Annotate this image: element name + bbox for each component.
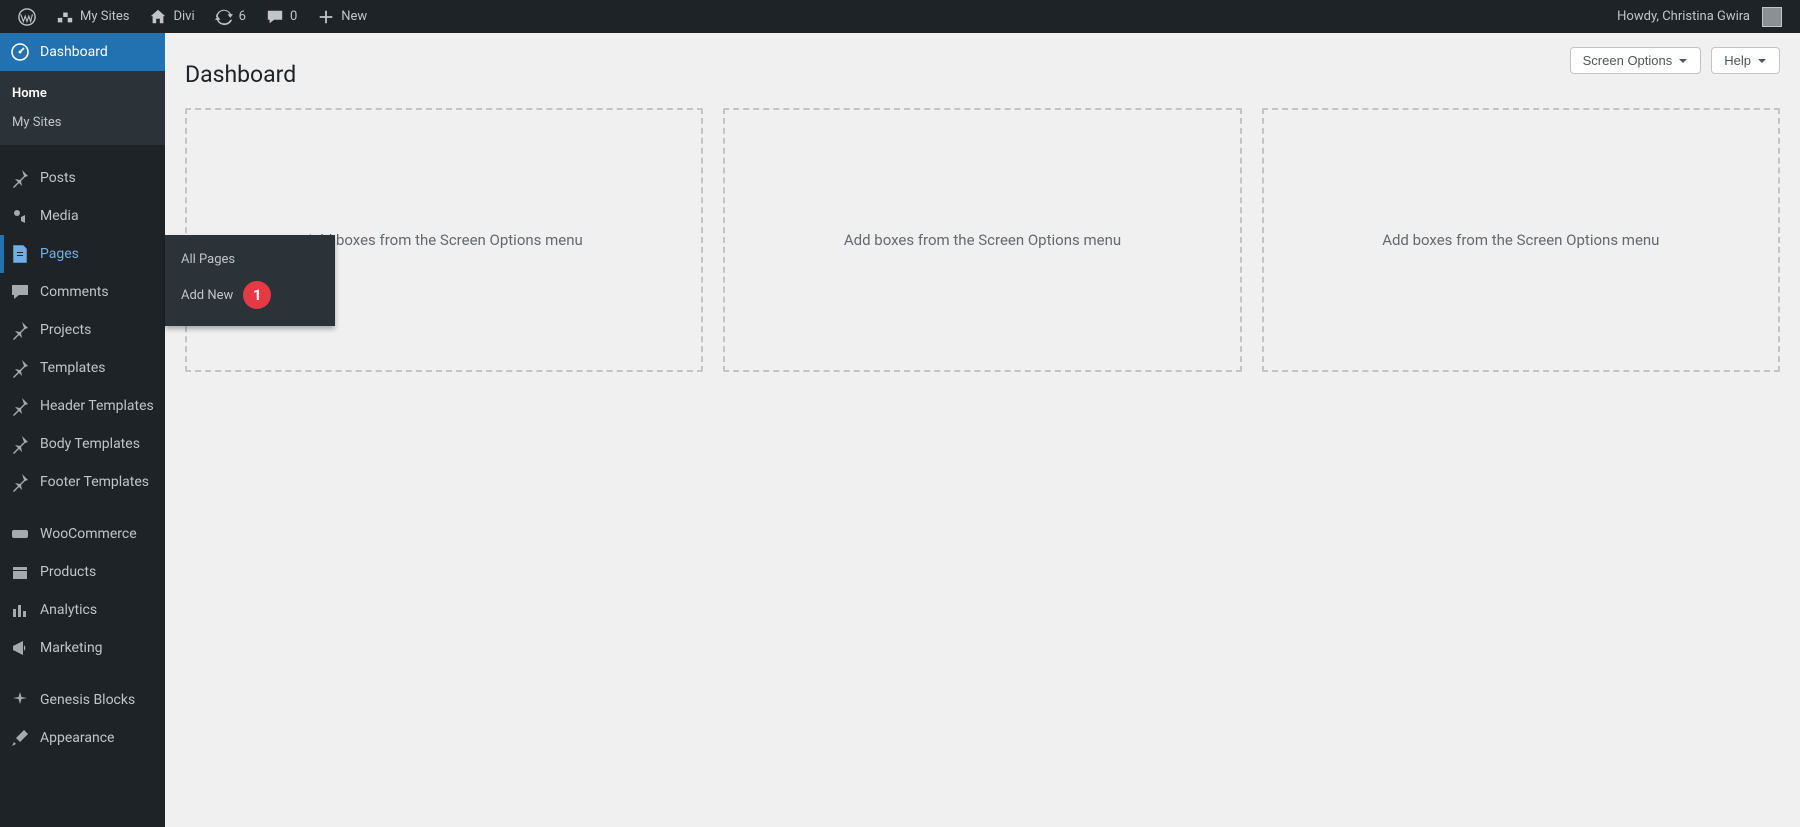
updates-count: 6 [239, 9, 246, 24]
sidebar-item-products[interactable]: Products [0, 553, 165, 591]
page-title: Dashboard [185, 61, 1780, 88]
pin-icon [10, 320, 30, 340]
page-icon [10, 244, 30, 264]
sidebar-label: Genesis Blocks [40, 691, 135, 709]
sidebar-item-pages[interactable]: Pages All Pages Add New 1 [0, 235, 165, 273]
sidebar-item-woocommerce[interactable]: WooCommerce [0, 515, 165, 553]
sidebar-label: Posts [40, 169, 76, 187]
media-icon [10, 206, 30, 226]
sidebar-item-media[interactable]: Media [0, 197, 165, 235]
sidebar-item-footer-templates[interactable]: Footer Templates [0, 463, 165, 501]
pin-icon [10, 358, 30, 378]
sidebar-label: Header Templates [40, 397, 154, 415]
plus-icon [317, 8, 335, 26]
sidebar-label: Pages [40, 245, 79, 263]
submenu-home[interactable]: Home [0, 79, 165, 108]
my-sites-label: My Sites [80, 9, 129, 24]
megaphone-icon [10, 638, 30, 658]
pin-icon [10, 168, 30, 188]
woo-icon [10, 524, 30, 544]
sidebar-item-analytics[interactable]: Analytics [0, 591, 165, 629]
comment-icon [266, 8, 284, 26]
site-name-label: Divi [173, 9, 194, 24]
wordpress-icon [18, 8, 36, 26]
sidebar-item-genesis-blocks[interactable]: Genesis Blocks [0, 681, 165, 719]
sidebar-label: WooCommerce [40, 525, 137, 543]
admin-bar: My Sites Divi 6 0 New Howdy, Christina G… [0, 0, 1800, 33]
pin-icon [10, 396, 30, 416]
help-button[interactable]: Help [1711, 47, 1780, 74]
annotation-marker: 1 [243, 281, 271, 309]
flyout-all-pages[interactable]: All Pages [165, 245, 335, 274]
avatar [1762, 7, 1782, 27]
new-label: New [341, 9, 367, 24]
home-icon [149, 8, 167, 26]
sidebar-label: Analytics [40, 601, 97, 619]
howdy-text: Howdy, Christina Gwira [1617, 9, 1750, 24]
admin-sidebar: Dashboard Home My Sites Posts Media Page… [0, 33, 165, 827]
submenu-my-sites[interactable]: My Sites [0, 108, 165, 137]
new-content-menu[interactable]: New [307, 0, 377, 33]
pin-icon [10, 472, 30, 492]
dashboard-widgets: Add boxes from the Screen Options menu A… [185, 108, 1780, 372]
sidebar-item-templates[interactable]: Templates [0, 349, 165, 387]
chart-icon [10, 600, 30, 620]
current-arrow-icon [165, 44, 173, 60]
sparkle-icon [10, 690, 30, 710]
sidebar-item-projects[interactable]: Projects [0, 311, 165, 349]
sidebar-item-marketing[interactable]: Marketing [0, 629, 165, 667]
updates-menu[interactable]: 6 [205, 0, 256, 33]
sidebar-label: Body Templates [40, 435, 140, 453]
sidebar-item-comments[interactable]: Comments [0, 273, 165, 311]
sidebar-item-header-templates[interactable]: Header Templates [0, 387, 165, 425]
pin-icon [10, 434, 30, 454]
sidebar-label: Media [40, 207, 79, 225]
dashboard-submenu: Home My Sites [0, 71, 165, 145]
sidebar-item-dashboard[interactable]: Dashboard [0, 33, 165, 71]
my-sites-menu[interactable]: My Sites [46, 0, 139, 33]
my-account-menu[interactable]: Howdy, Christina Gwira [1607, 0, 1792, 33]
sidebar-label: Marketing [40, 639, 103, 657]
sidebar-label: Appearance [40, 729, 114, 747]
brush-icon [10, 728, 30, 748]
empty-widget-placeholder: Add boxes from the Screen Options menu [723, 108, 1241, 372]
network-icon [56, 8, 74, 26]
sidebar-item-body-templates[interactable]: Body Templates [0, 425, 165, 463]
wp-logo-menu[interactable] [8, 0, 46, 33]
sidebar-label: Products [40, 563, 96, 581]
site-name-menu[interactable]: Divi [139, 0, 204, 33]
product-icon [10, 562, 30, 582]
chevron-down-icon [1757, 56, 1767, 66]
sidebar-label: Projects [40, 321, 91, 339]
chevron-down-icon [1678, 56, 1688, 66]
screen-options-button[interactable]: Screen Options [1570, 47, 1702, 74]
content-area: Screen Options Help Dashboard Add boxes … [165, 0, 1800, 827]
empty-widget-placeholder: Add boxes from the Screen Options menu [1262, 108, 1780, 372]
sidebar-item-appearance[interactable]: Appearance [0, 719, 165, 757]
sidebar-label: Dashboard [40, 43, 108, 61]
pages-flyout: All Pages Add New 1 [165, 235, 335, 326]
sidebar-label: Templates [40, 359, 106, 377]
update-icon [215, 8, 233, 26]
comments-count: 0 [290, 9, 297, 24]
dashboard-icon [10, 42, 30, 62]
comment-icon [10, 282, 30, 302]
sidebar-label: Footer Templates [40, 473, 149, 491]
sidebar-label: Comments [40, 283, 109, 301]
flyout-add-new[interactable]: Add New 1 [165, 274, 335, 316]
comments-menu[interactable]: 0 [256, 0, 307, 33]
sidebar-item-posts[interactable]: Posts [0, 159, 165, 197]
